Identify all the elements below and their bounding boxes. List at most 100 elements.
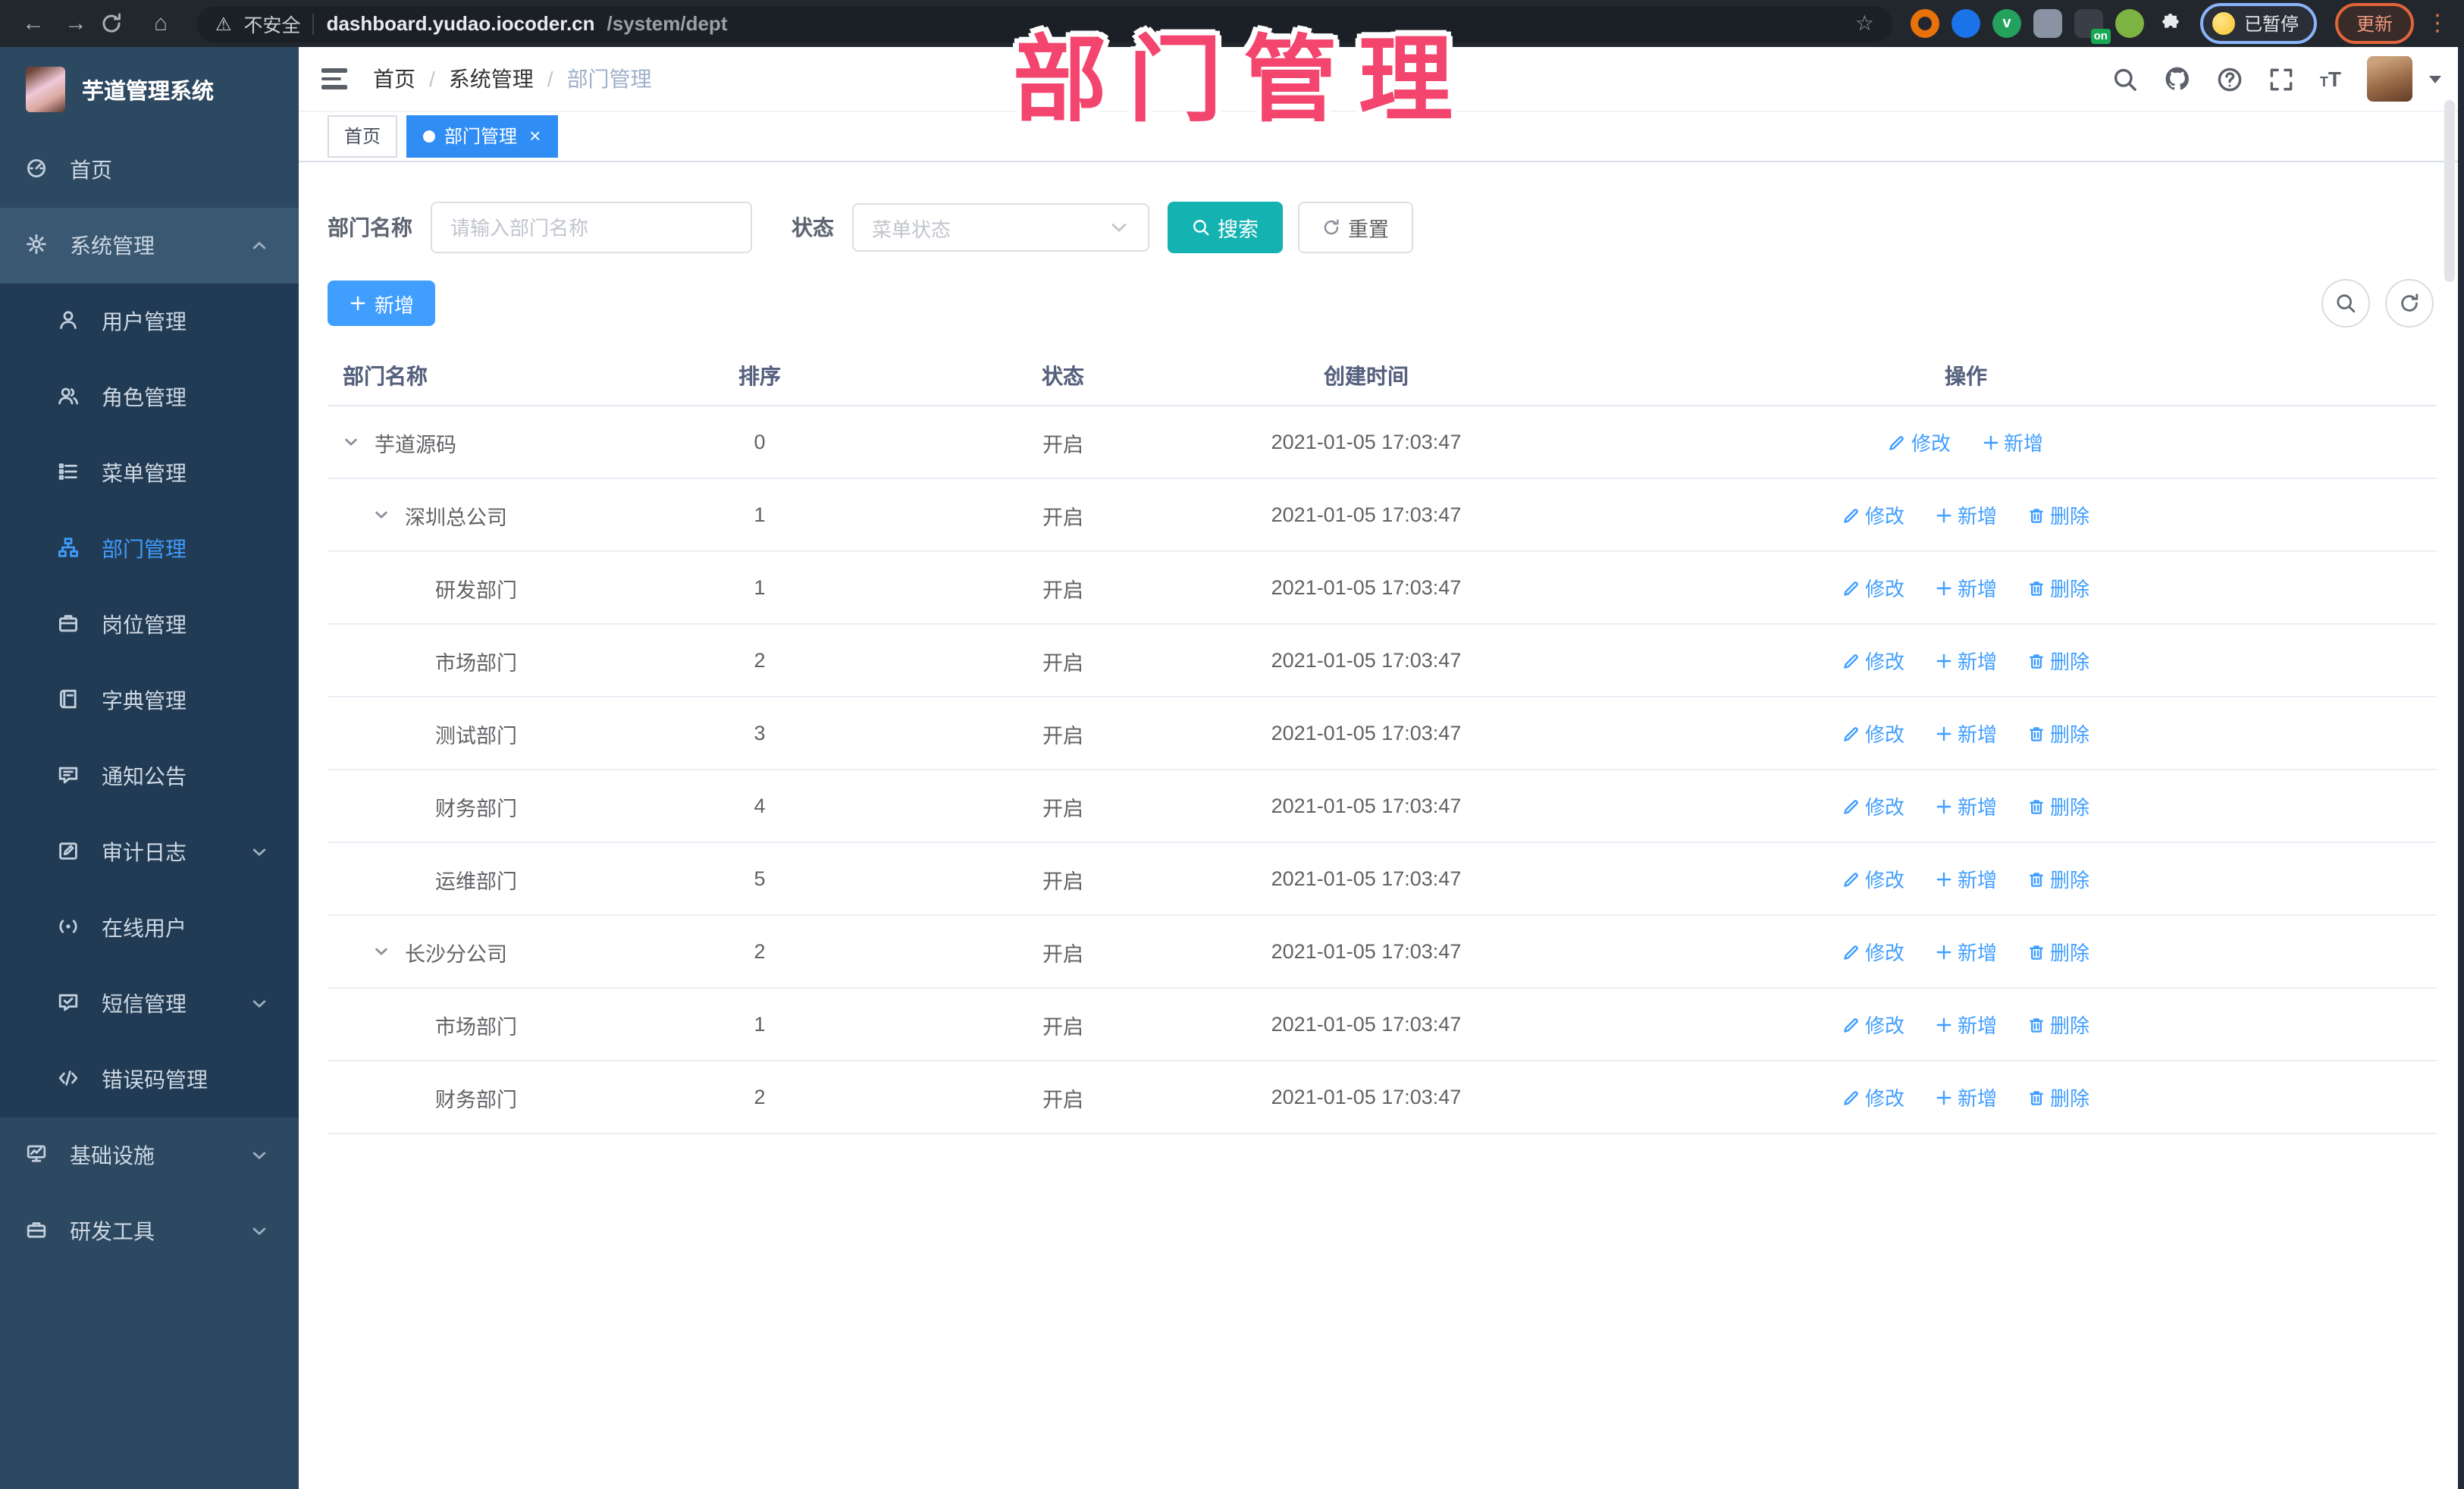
home-icon[interactable]: ⌂ (143, 0, 179, 47)
row-delete-link[interactable]: 删除 (2027, 1010, 2089, 1039)
row-add-link[interactable]: 新增 (1981, 428, 2043, 456)
row-add-link[interactable]: 新增 (1935, 1083, 1997, 1111)
row-delete-link[interactable]: 删除 (2027, 864, 2089, 893)
row-edit-link[interactable]: 修改 (1842, 646, 1904, 675)
sidebar-fold-icon[interactable] (321, 68, 347, 89)
ext-bot-green-icon[interactable] (2114, 9, 2144, 38)
font-size-icon[interactable]: TT (2320, 67, 2341, 91)
reload-icon[interactable] (100, 12, 136, 35)
row-add-link[interactable]: 新增 (1935, 864, 1997, 893)
sidebar-item-audit[interactable]: 审计日志 (0, 814, 299, 890)
logo-image (26, 67, 65, 112)
ext-dark-on-icon[interactable]: on (2074, 9, 2111, 44)
sidebar-item-label: 岗位管理 (102, 613, 187, 637)
row-edit-link[interactable]: 修改 (1842, 573, 1904, 602)
search-icon[interactable] (2112, 66, 2138, 92)
sidebar-item-system[interactable]: 系统管理 (0, 208, 299, 284)
sidebar-item-devtool[interactable]: 研发工具 (0, 1193, 299, 1269)
edit-icon (1889, 433, 1907, 451)
row-delete-link[interactable]: 删除 (2027, 719, 2089, 748)
profile-chip[interactable]: 已暂停 (2199, 3, 2317, 44)
dept-name-input[interactable] (431, 202, 752, 253)
row-add-link[interactable]: 新增 (1935, 937, 1997, 966)
cell-dept-name: 财务部门 (328, 791, 631, 821)
sidebar-item-sms[interactable]: 短信管理 (0, 966, 299, 1042)
address-divider (312, 13, 315, 34)
action-label: 新增 (1957, 650, 1997, 673)
row-edit-link[interactable]: 修改 (1842, 719, 1904, 748)
toggle-search-button[interactable] (2321, 279, 2370, 328)
expand-caret-icon[interactable] (373, 943, 397, 960)
app-logo[interactable]: 芋道管理系统 (0, 47, 299, 132)
sidebar-item-menu[interactable]: 菜单管理 (0, 435, 299, 511)
row-delete-link[interactable]: 删除 (2027, 573, 2089, 602)
cell-created: 2021-01-05 17:03:47 (1271, 576, 1462, 599)
sidebar-item-user[interactable]: 用户管理 (0, 284, 299, 359)
sidebar-item-role[interactable]: 角色管理 (0, 359, 299, 435)
fullscreen-icon[interactable] (2268, 66, 2294, 92)
help-icon[interactable] (2217, 66, 2243, 92)
row-edit-link[interactable]: 修改 (1842, 500, 1904, 529)
forward-icon[interactable]: → (58, 0, 94, 47)
row-delete-link[interactable]: 删除 (2027, 1083, 2089, 1111)
breadcrumb-home[interactable]: 首页 (373, 64, 415, 94)
sidebar-item-notice[interactable]: 通知公告 (0, 738, 299, 814)
expand-caret-icon[interactable] (373, 506, 397, 523)
row-edit-link[interactable]: 修改 (1842, 937, 1904, 966)
reset-button-label: 重置 (1348, 218, 1389, 241)
refresh-table-button[interactable] (2385, 279, 2434, 328)
status-select[interactable]: 菜单状态 (852, 203, 1149, 252)
sidebar-item-infra[interactable]: 基础设施 (0, 1118, 299, 1193)
address-bar[interactable]: ⚠ 不安全 dashboard.yudao.iocoder.cn/system/… (197, 5, 1892, 42)
row-delete-link[interactable]: 删除 (2027, 792, 2089, 820)
warning-icon: ⚠ (215, 13, 232, 34)
update-button[interactable]: 更新 (2334, 3, 2414, 44)
bookmark-star-icon[interactable]: ☆ (1855, 11, 1874, 36)
row-add-link[interactable]: 新增 (1935, 646, 1997, 675)
sidebar-item-dept[interactable]: 部门管理 (0, 511, 299, 587)
browser-menu-icon[interactable]: ⋮ (2426, 0, 2449, 47)
github-icon[interactable] (2164, 65, 2191, 92)
row-add-link[interactable]: 新增 (1935, 573, 1997, 602)
row-delete-link[interactable]: 删除 (2027, 937, 2089, 966)
ext-pin-blue-icon[interactable] (1951, 9, 1980, 38)
add-button[interactable]: 新增 (328, 281, 436, 326)
row-add-link[interactable]: 新增 (1935, 500, 1997, 529)
sidebar-item-dict[interactable]: 字典管理 (0, 663, 299, 738)
row-add-link[interactable]: 新增 (1935, 719, 1997, 748)
sidebar-item-errcode[interactable]: 错误码管理 (0, 1042, 299, 1118)
expand-caret-icon[interactable] (343, 434, 367, 450)
row-add-link[interactable]: 新增 (1935, 792, 1997, 820)
ext-ring-orange-icon[interactable] (1910, 9, 1939, 38)
ext-puzzle-icon[interactable] (2156, 9, 2185, 38)
sidebar-item-online[interactable]: 在线用户 (0, 890, 299, 966)
row-add-link[interactable]: 新增 (1935, 1010, 1997, 1039)
edit-icon (1842, 506, 1861, 524)
user-avatar[interactable] (2367, 56, 2412, 102)
row-delete-link[interactable]: 删除 (2027, 500, 2089, 529)
tab-label: 首页 (344, 126, 381, 147)
ext-v-green-icon[interactable]: v (1992, 9, 2021, 38)
scrollbar-thumb[interactable] (2444, 100, 2455, 282)
search-button[interactable]: 搜索 (1168, 202, 1283, 253)
back-icon[interactable]: ← (15, 0, 52, 47)
tab-home[interactable]: 首页 (328, 114, 398, 157)
tab-close-icon[interactable]: × (529, 126, 541, 146)
gear-icon (26, 234, 50, 258)
cell-sort: 2 (754, 1086, 766, 1108)
reset-button[interactable]: 重置 (1298, 202, 1413, 253)
row-edit-link[interactable]: 修改 (1842, 1083, 1904, 1111)
row-edit-link[interactable]: 修改 (1842, 864, 1904, 893)
row-edit-link[interactable]: 修改 (1842, 1010, 1904, 1039)
row-edit-link[interactable]: 修改 (1842, 792, 1904, 820)
row-edit-link[interactable]: 修改 (1889, 428, 1951, 456)
sidebar-item-post[interactable]: 岗位管理 (0, 587, 299, 663)
ext-grid-gray-icon[interactable] (2033, 9, 2062, 38)
tab-dept[interactable]: 部门管理 × (406, 114, 558, 157)
sidebar-item-home[interactable]: 首页 (0, 132, 299, 208)
cell-actions: 修改 新增 删除 (1495, 573, 2437, 602)
row-delete-link[interactable]: 删除 (2027, 646, 2089, 675)
breadcrumb-system[interactable]: 系统管理 (449, 64, 534, 94)
user-menu-caret-icon[interactable] (2429, 75, 2441, 83)
edit-icon (1842, 942, 1861, 961)
